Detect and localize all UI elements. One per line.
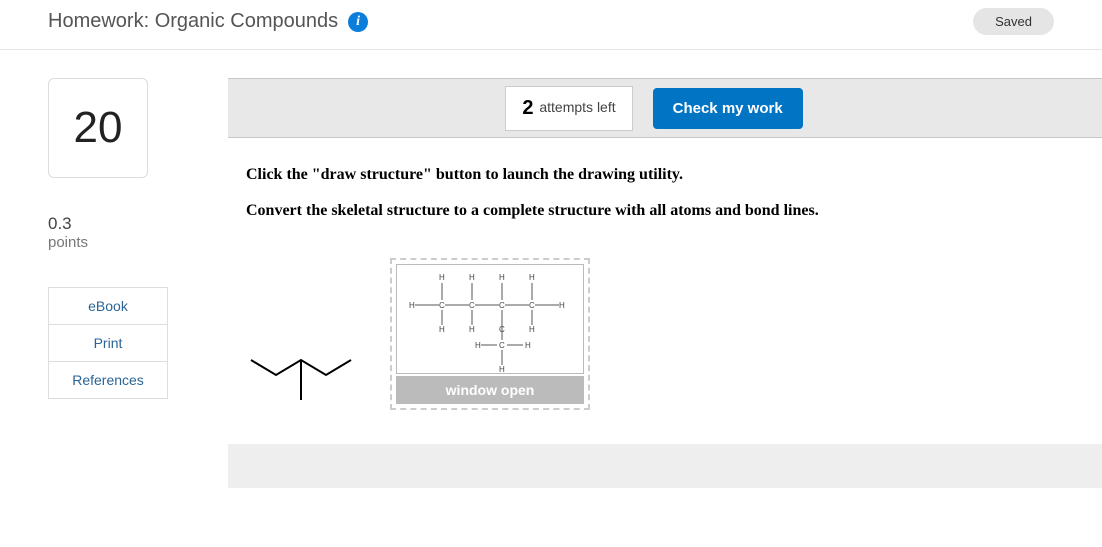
- resource-links: eBook Print References: [48, 287, 168, 399]
- print-link[interactable]: Print: [49, 325, 167, 362]
- question-number-box: 20: [48, 78, 148, 178]
- saved-status-pill: Saved: [973, 8, 1054, 35]
- references-link[interactable]: References: [49, 362, 167, 398]
- attempts-indicator: 2 attempts left: [505, 86, 632, 131]
- structure-draw-widget[interactable]: H C C C C H H H H H H H C H C H H: [390, 258, 590, 410]
- structure-canvas[interactable]: H C C C C H H H H H H H C H C H H: [396, 264, 584, 374]
- question-toolbar: 2 attempts left Check my work: [228, 78, 1102, 138]
- points-label: points: [48, 234, 168, 251]
- attempts-count: 2: [522, 97, 533, 119]
- instruction-line-1: Click the "draw structure" button to lau…: [246, 166, 1084, 184]
- skeletal-structure-icon: [246, 330, 366, 410]
- footer-bar: [228, 444, 1102, 488]
- points-value: 0.3: [48, 214, 168, 234]
- ebook-link[interactable]: eBook: [49, 288, 167, 325]
- check-my-work-button[interactable]: Check my work: [653, 88, 803, 129]
- window-open-label: window open: [396, 376, 584, 404]
- instruction-line-2: Convert the skeletal structure to a comp…: [246, 202, 1084, 220]
- assignment-title: Homework: Organic Compounds: [48, 10, 338, 33]
- info-icon[interactable]: i: [348, 12, 368, 32]
- attempts-label: attempts left: [535, 99, 615, 115]
